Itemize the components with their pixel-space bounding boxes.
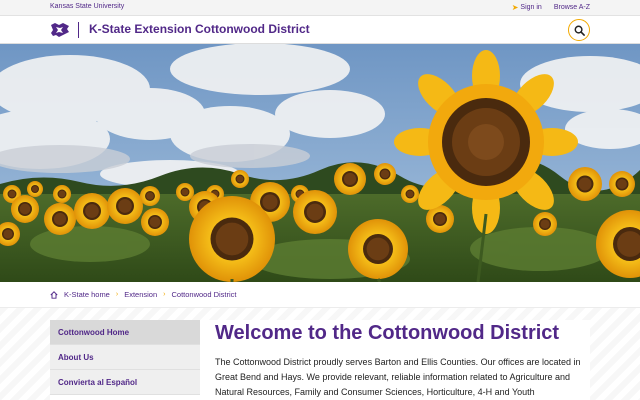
sidenav-item-convierta-al-espanol[interactable]: Convierta al Español — [50, 370, 200, 395]
search-button[interactable] — [568, 19, 590, 41]
site-title[interactable]: K-State Extension Cottonwood District — [89, 22, 310, 36]
powercat-logo-icon[interactable] — [50, 23, 70, 37]
breadcrumb-cottonwood-district[interactable]: Cottonwood District — [171, 290, 236, 299]
page-title: Welcome to the Cottonwood District — [215, 322, 560, 344]
intro-paragraph: The Cottonwood District proudly serves B… — [215, 357, 581, 397]
sidenav-item-about-us[interactable]: About Us — [50, 345, 200, 370]
breadcrumb: K-State home › Extension › Cottonwood Di… — [50, 290, 237, 299]
site-header: K-State Extension Cottonwood District — [0, 16, 640, 44]
breadcrumb-extension[interactable]: Extension — [124, 290, 157, 299]
utility-bar: Kansas State University ➤ Sign in Browse… — [0, 0, 640, 16]
utility-links: ➤ Sign in Browse A-Z — [512, 3, 590, 12]
chevron-right-icon: › — [115, 291, 119, 298]
header-divider — [78, 22, 79, 38]
hero-sunflower-image — [0, 44, 640, 282]
main-content: Cottonwood Home About Us Convierta al Es… — [0, 308, 640, 400]
sign-in-link[interactable]: ➤ Sign in — [512, 3, 542, 12]
breadcrumb-bar: K-State home › Extension › Cottonwood Di… — [0, 282, 640, 308]
sign-in-label: Sign in — [520, 4, 542, 11]
home-icon[interactable] — [50, 290, 58, 299]
hero-illustration — [0, 44, 640, 282]
side-navigation: Cottonwood Home About Us Convierta al Es… — [50, 320, 200, 395]
breadcrumb-kstate-home[interactable]: K-State home — [64, 290, 110, 299]
university-link[interactable]: Kansas State University — [50, 3, 124, 10]
chevron-right-icon: › — [163, 291, 166, 298]
search-icon — [574, 25, 585, 36]
sign-in-icon: ➤ — [511, 3, 519, 12]
sidenav-item-cottonwood-home[interactable]: Cottonwood Home — [50, 320, 200, 345]
browse-az-link[interactable]: Browse A-Z — [554, 3, 590, 12]
